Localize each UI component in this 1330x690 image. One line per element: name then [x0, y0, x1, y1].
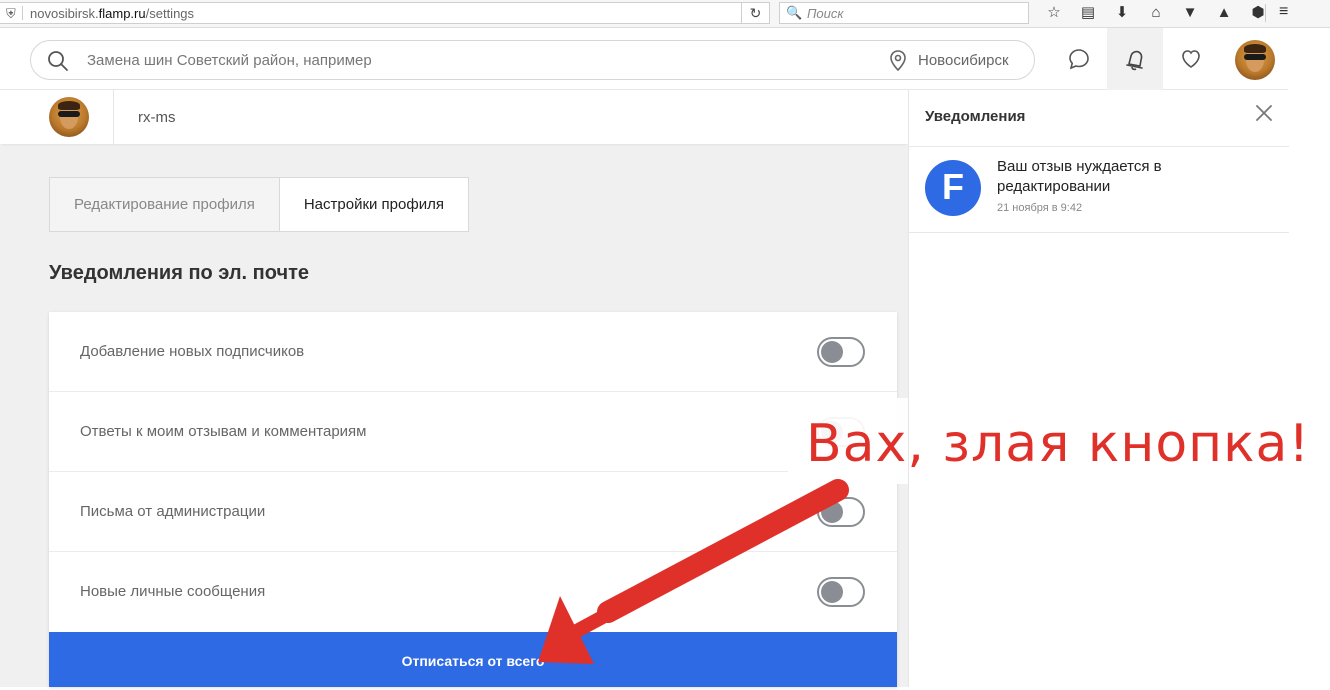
home-icon[interactable]: ⌂ — [1139, 3, 1173, 23]
favorites-button[interactable] — [1163, 28, 1219, 90]
email-notifications-title: Уведомления по эл. почте — [49, 262, 309, 284]
toggle-knob — [821, 581, 843, 603]
address-url[interactable]: novosibirsk.flamp.ru/settings — [30, 6, 194, 21]
site-header: Замена шин Советский район, например Нов… — [0, 28, 1288, 90]
addon-icon[interactable]: ⬢ — [1241, 3, 1275, 23]
toggle-knob — [821, 341, 843, 363]
heart-icon — [1182, 50, 1200, 68]
reload-icon[interactable]: ↻ — [741, 2, 769, 24]
email-notifications-card: Добавление новых подписчиков Ответы к мо… — [49, 312, 897, 687]
setting-row: Ответы к моим отзывам и комментариям — [49, 392, 897, 472]
city-selector[interactable]: Новосибирск — [918, 52, 1009, 69]
download-icon[interactable]: ⬇ — [1105, 3, 1139, 23]
address-separator — [22, 6, 23, 20]
search-placeholder: Замена шин Советский район, например — [87, 52, 372, 69]
menu-icon[interactable]: ≡ — [1279, 3, 1288, 21]
profile-divider — [113, 90, 114, 144]
shield-icon[interactable]: ⛨ — [6, 6, 16, 22]
browser-search-field[interactable]: 🔍 Поиск — [779, 2, 1029, 24]
extension-icon[interactable]: ▲ — [1207, 3, 1241, 23]
annotation-text: Вах, злая кнопка! — [806, 414, 1311, 474]
flamp-logo-icon: F — [925, 160, 981, 216]
location-pin-icon[interactable] — [889, 50, 907, 72]
toolbar-separator — [1265, 4, 1266, 22]
header-avatar[interactable] — [1235, 40, 1275, 80]
setting-label: Новые личные сообщения — [80, 583, 266, 600]
browser-search-placeholder: Поиск — [807, 6, 844, 21]
setting-label: Письма от администрации — [80, 503, 266, 520]
setting-row: Новые личные сообщения — [49, 552, 897, 632]
setting-label: Добавление новых подписчиков — [80, 343, 305, 360]
new-subscribers-toggle[interactable] — [817, 337, 865, 367]
toggle-knob — [821, 501, 843, 523]
bell-icon — [1126, 50, 1143, 71]
notification-time: 21 ноября в 9:42 — [997, 202, 1083, 214]
profile-bar: rx-ms — [0, 90, 908, 144]
chat-icon — [1069, 49, 1089, 70]
admin-letters-toggle[interactable] — [817, 497, 865, 527]
bookmark-star-icon[interactable]: ☆ — [1037, 3, 1071, 23]
notifications-panel: Уведомления F Ваш отзыв нуждается в реда… — [908, 90, 1289, 687]
profile-username[interactable]: rx-ms — [138, 109, 176, 126]
search-engine-icon: 🔍 — [786, 5, 803, 20]
setting-row: Письма от администрации — [49, 472, 897, 552]
address-bar[interactable]: ⛨ novosibirsk.flamp.ru/settings ↻ — [0, 2, 770, 24]
unsubscribe-all-button[interactable]: Отписаться от всего — [49, 632, 897, 687]
profile-avatar[interactable] — [49, 97, 89, 137]
reading-list-icon[interactable]: ▤ — [1071, 3, 1105, 23]
setting-label: Ответы к моим отзывам и комментариям — [80, 423, 367, 440]
site-search-input[interactable]: Замена шин Советский район, например Нов… — [30, 40, 1035, 80]
panel-divider — [909, 146, 1289, 147]
settings-main: Редактирование профиля Настройки профиля… — [0, 146, 908, 687]
notifications-title: Уведомления — [925, 108, 1026, 125]
setting-row: Добавление новых подписчиков — [49, 312, 897, 392]
private-messages-toggle[interactable] — [817, 577, 865, 607]
notification-divider — [909, 232, 1289, 233]
tab-profile-settings[interactable]: Настройки профиля — [278, 178, 468, 231]
browser-toolbar-icons: ☆ ▤ ⬇ ⌂ ▼ ▲ ⬢ — [1037, 3, 1275, 23]
pocket-icon[interactable]: ▼ — [1173, 3, 1207, 23]
close-icon[interactable] — [1255, 104, 1273, 122]
messages-button[interactable] — [1051, 28, 1107, 90]
browser-toolbar: ⛨ novosibirsk.flamp.ru/settings ↻ 🔍 Поис… — [0, 0, 1330, 28]
search-icon — [48, 51, 68, 71]
notifications-button[interactable] — [1107, 28, 1163, 90]
profile-tabs: Редактирование профиля Настройки профиля — [49, 177, 469, 232]
tab-edit-profile[interactable]: Редактирование профиля — [50, 178, 279, 231]
notification-text[interactable]: Ваш отзыв нуждается в редактировании — [997, 157, 1237, 197]
